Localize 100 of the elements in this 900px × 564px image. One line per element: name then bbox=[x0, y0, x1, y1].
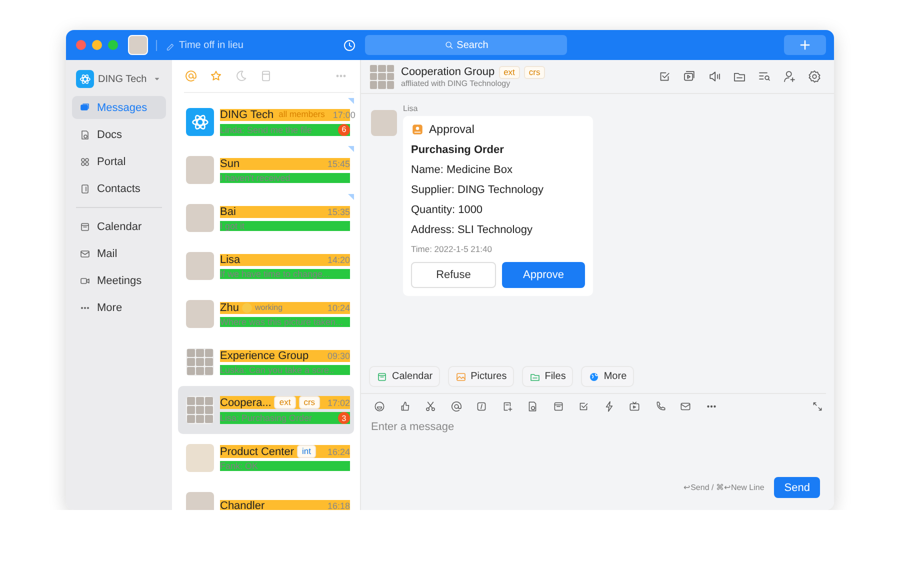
sidebar-item[interactable]: Contacts bbox=[72, 177, 166, 200]
message-time: 09:30 bbox=[327, 350, 350, 360]
tag: ext bbox=[498, 66, 520, 78]
avatar-placeholder bbox=[371, 110, 397, 136]
at-icon[interactable] bbox=[450, 400, 462, 413]
message-time: 16:18 bbox=[327, 501, 350, 510]
calendar-icon bbox=[79, 220, 91, 232]
message-time: 15:35 bbox=[327, 206, 350, 216]
search-icon bbox=[444, 40, 454, 50]
expand-icon[interactable] bbox=[811, 400, 824, 413]
approval-icon bbox=[411, 123, 424, 136]
card-field: Name: Medicine Box bbox=[411, 164, 585, 176]
tag: all members bbox=[276, 109, 327, 120]
atom-logo-icon bbox=[76, 70, 94, 88]
message-preview: Linda: Send me the file bbox=[220, 124, 312, 134]
add-user-icon[interactable] bbox=[782, 69, 797, 84]
plus-icon bbox=[798, 38, 812, 52]
card-field: Quantity: 1000 bbox=[411, 204, 585, 216]
document-icon[interactable] bbox=[526, 400, 539, 413]
scissors-icon[interactable] bbox=[424, 400, 437, 413]
calendar-icon[interactable] bbox=[552, 400, 564, 413]
card-field: Supplier: DING Technology bbox=[411, 184, 585, 196]
message-preview: Lisa: Purchasing Order bbox=[220, 413, 312, 423]
message-time: 14:20 bbox=[327, 254, 350, 264]
message-preview: Fank: OK bbox=[220, 461, 258, 471]
card-time: Time: 2022-1-5 21:40 bbox=[411, 244, 493, 254]
conversation-item[interactable]: Chandler 16:18 bbox=[178, 482, 354, 510]
group-avatar-placeholder bbox=[186, 348, 214, 376]
conversation-item[interactable]: Zhu working 10:24 Where was this picture taken... bbox=[178, 290, 354, 338]
message-preview: Luska: Can you take a scre.. bbox=[220, 364, 334, 374]
card-title: Purchasing Order bbox=[411, 144, 505, 156]
conversation-item[interactable]: Product Center int 16:24 Fank: OK bbox=[178, 434, 354, 482]
sidebar-item[interactable]: More bbox=[72, 296, 166, 319]
unread-count: 6 bbox=[338, 124, 350, 136]
quick-action-button[interactable]: Files bbox=[522, 366, 573, 387]
message-preview: I got it bbox=[220, 220, 245, 230]
mail-icon[interactable] bbox=[679, 400, 692, 413]
send-button[interactable]: Send bbox=[774, 477, 820, 498]
message-time: 10:24 bbox=[327, 302, 350, 312]
grid-icon bbox=[79, 156, 91, 168]
document-icon bbox=[79, 128, 91, 140]
quick-action-button[interactable]: Calendar bbox=[369, 366, 440, 387]
chat-title: Cooperation Group bbox=[401, 66, 495, 78]
speaker-icon[interactable] bbox=[707, 69, 722, 84]
chat-icon bbox=[79, 102, 91, 114]
group-avatar-placeholder bbox=[369, 64, 395, 90]
tag: crs bbox=[298, 396, 320, 409]
pinned-corner-icon bbox=[348, 194, 354, 200]
contact-name: Coopera... bbox=[220, 396, 272, 408]
pinned-corner-icon bbox=[348, 146, 354, 152]
sidebar-item[interactable]: Docs bbox=[72, 123, 166, 146]
message-time: 15:45 bbox=[327, 158, 350, 168]
unread-count: 3 bbox=[338, 412, 350, 424]
org-switcher[interactable]: DING Tech bbox=[72, 68, 166, 90]
add-button[interactable] bbox=[784, 35, 826, 55]
approve-button[interactable]: Approve bbox=[502, 262, 585, 288]
history-icon[interactable] bbox=[342, 38, 357, 52]
conversation-item[interactable]: Coopera... ext crs 17:02 Lisa: Purchasing Order 3 bbox=[178, 386, 354, 434]
conversation-item[interactable]: Lisa 14:20 If we have time to change... bbox=[178, 242, 354, 290]
photo-placeholder bbox=[186, 444, 214, 472]
slash-icon[interactable] bbox=[475, 400, 488, 413]
tv-icon[interactable] bbox=[628, 400, 641, 413]
emoji-icon bbox=[242, 302, 252, 312]
card-field: Address: SLI Technology bbox=[411, 224, 585, 236]
contact-name: Bai bbox=[220, 206, 236, 218]
emoji-icon[interactable] bbox=[373, 400, 386, 413]
avatar-placeholder[interactable] bbox=[128, 35, 148, 55]
picture-icon bbox=[454, 370, 467, 382]
calendar-icon bbox=[376, 370, 388, 382]
sidebar-item[interactable]: Calendar bbox=[72, 215, 166, 238]
contact-name: Zhu bbox=[220, 302, 239, 314]
contact-name: Experience Group bbox=[220, 350, 309, 362]
settings-icon[interactable] bbox=[807, 69, 822, 84]
conversation-item[interactable]: Sun 15:45 I haven't received bbox=[178, 146, 354, 194]
thumbs-up-icon[interactable] bbox=[398, 400, 412, 413]
conversation-item[interactable]: Bai 15:35 I got it bbox=[178, 194, 354, 242]
checkbox-icon[interactable] bbox=[577, 400, 590, 413]
sender-name: Lisa bbox=[403, 104, 419, 113]
mail-icon bbox=[79, 248, 91, 260]
message-preview: If we have time to change... bbox=[220, 268, 330, 278]
sidebar-item[interactable]: Meetings bbox=[72, 269, 166, 292]
sidebar-item[interactable]: Mail bbox=[72, 242, 166, 265]
star-icon[interactable] bbox=[209, 69, 223, 83]
message-preview: I haven't received bbox=[220, 172, 290, 182]
quick-action-button[interactable]: Pictures bbox=[448, 366, 514, 387]
refuse-button[interactable]: Refuse bbox=[411, 262, 496, 288]
conversation-item[interactable]: Experience Group 09:30 Luska: Can you take a scre.. bbox=[178, 338, 354, 386]
contacts-book-icon bbox=[79, 182, 91, 194]
quick-action-button[interactable]: More bbox=[580, 366, 634, 387]
avatar-placeholder bbox=[186, 156, 214, 184]
message-input[interactable]: Enter a message bbox=[369, 419, 826, 477]
message-time: 17:02 bbox=[327, 398, 350, 408]
tag: crs bbox=[524, 66, 546, 78]
chat-subtitle: affliated with DING Technology bbox=[401, 78, 512, 88]
shortcut-hint: ↩Send / ⌘↩New Line bbox=[684, 483, 764, 492]
contact-name: Lisa bbox=[220, 254, 240, 266]
sidebar-item[interactable]: Portal bbox=[72, 150, 166, 173]
message-time: 16:24 bbox=[327, 446, 350, 456]
contact-name: DING Tech bbox=[220, 108, 274, 120]
avatar-placeholder bbox=[186, 252, 214, 280]
